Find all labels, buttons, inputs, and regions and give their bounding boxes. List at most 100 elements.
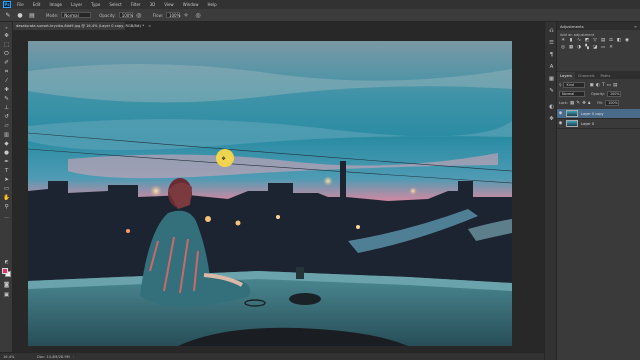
filter-adjustment-icon[interactable]: ◐ — [596, 83, 600, 88]
clone-stamp-tool-icon[interactable]: ⊥ — [2, 105, 11, 112]
color-lookup-icon[interactable]: ▦ — [568, 45, 574, 51]
curves-icon[interactable]: ∿ — [576, 38, 582, 44]
filter-kind-select[interactable]: Kind — [563, 82, 586, 88]
menu-window[interactable]: Window — [183, 2, 199, 7]
posterize-icon[interactable]: ▚ — [584, 45, 590, 51]
photo-filter-icon[interactable]: ◉ — [624, 38, 630, 44]
panel-menu-icon[interactable]: ≡ — [634, 24, 637, 29]
menu-layer[interactable]: Layer — [71, 2, 82, 7]
filter-pixel-icon[interactable]: ▣ — [589, 83, 593, 88]
lasso-tool-icon[interactable]: ⵔ — [2, 51, 11, 58]
document-image[interactable]: ✥ — [28, 41, 512, 346]
exposure-icon[interactable]: ◩ — [584, 38, 590, 44]
brush-size-icon[interactable]: ● — [16, 12, 24, 19]
lock-all-icon[interactable]: 🔒︎ — [588, 100, 590, 106]
mode-select[interactable]: Normal — [61, 12, 92, 18]
lock-position-icon[interactable]: ✥ — [582, 101, 586, 106]
swatches-panel-icon[interactable]: ▦ — [547, 76, 556, 84]
marquee-tool-icon[interactable]: ⬚ — [2, 42, 11, 49]
properties-panel-icon[interactable]: ☰ — [547, 40, 556, 48]
selective-color-icon[interactable]: ✕ — [608, 45, 614, 51]
adjustments-panel-icon[interactable]: ◐ — [547, 104, 556, 112]
layer-name[interactable]: Layer 0 copy — [581, 112, 604, 116]
hue-saturation-icon[interactable]: ▤ — [600, 38, 606, 44]
hand-tool-icon[interactable]: ✋ — [2, 195, 11, 202]
lock-transparent-icon[interactable]: ▦ — [570, 101, 574, 106]
threshold-icon[interactable]: ◪ — [592, 45, 598, 51]
move-tool-icon[interactable]: ✥ — [2, 33, 11, 40]
history-brush-tool-icon[interactable]: ↺ — [2, 114, 11, 121]
menu-help[interactable]: Help — [207, 2, 216, 7]
type-tool-icon[interactable]: T — [2, 168, 11, 175]
healing-brush-tool-icon[interactable]: ✚ — [2, 87, 11, 94]
brush-presets-panel-icon[interactable]: ✎ — [547, 88, 556, 96]
pressure-opacity-icon[interactable]: ◎ — [135, 12, 143, 19]
dodge-tool-icon[interactable]: ● — [2, 150, 11, 157]
tab-paths[interactable]: Paths — [598, 72, 614, 79]
screen-mode-icon[interactable]: ▣ — [2, 292, 11, 299]
status-menu-arrow[interactable]: › — [73, 355, 74, 359]
quick-mask-icon[interactable]: ◙ — [2, 282, 11, 289]
menu-image[interactable]: Image — [49, 2, 62, 7]
menu-select[interactable]: Select — [109, 2, 121, 7]
default-colors-icon[interactable]: ◩ — [2, 258, 11, 265]
menu-edit[interactable]: Edit — [33, 2, 41, 7]
color-balance-icon[interactable]: ⚖ — [608, 38, 614, 44]
filter-shape-icon[interactable]: ▭ — [607, 83, 611, 88]
path-selection-tool-icon[interactable]: ➤ — [2, 177, 11, 184]
brush-panel-icon[interactable]: ▤ — [28, 12, 36, 19]
history-panel-icon[interactable]: ⎌ — [547, 28, 556, 36]
vibrance-icon[interactable]: ▽ — [592, 38, 598, 44]
black-white-icon[interactable]: ◧ — [616, 38, 622, 44]
opacity-input[interactable]: 100% — [118, 12, 133, 18]
paragraph-panel-icon[interactable]: ¶ — [547, 52, 556, 60]
layer-row[interactable]: ◉ Layer 0 copy — [557, 109, 640, 119]
lock-image-icon[interactable]: ✎ — [576, 101, 580, 106]
visibility-eye-icon[interactable]: ◉ — [557, 111, 564, 116]
flow-input[interactable]: 100% — [165, 12, 180, 18]
zoom-tool-icon[interactable]: ⚲ — [2, 204, 11, 211]
tab-channels[interactable]: Channels — [575, 72, 598, 79]
layer-name[interactable]: Layer 0 — [581, 122, 594, 126]
shape-tool-icon[interactable]: ▭ — [2, 186, 11, 193]
airbrush-icon[interactable]: ✧ — [182, 12, 190, 19]
filter-smart-object-icon[interactable]: ▤ — [613, 83, 617, 88]
brush-tool-icon[interactable]: ✎ — [2, 96, 11, 103]
fill-input[interactable]: 100% — [605, 100, 620, 106]
channel-mixer-icon[interactable]: ◎ — [560, 45, 566, 51]
layer-opacity-input[interactable]: 100% — [606, 91, 621, 97]
tab-layers[interactable]: Layers — [557, 72, 575, 79]
adjustments-panel-header[interactable]: Adjustments ≡ — [557, 22, 640, 30]
menu-file[interactable]: File — [17, 2, 24, 7]
brightness-icon[interactable]: ☀ — [560, 38, 566, 44]
blend-mode-select[interactable]: Normal — [559, 91, 585, 97]
filter-type-icon[interactable]: T — [602, 83, 605, 88]
layer-comps-panel-icon[interactable]: ❖ — [547, 116, 556, 124]
visibility-eye-icon[interactable]: ◉ — [557, 121, 564, 126]
zoom-level[interactable]: 16.4% — [3, 355, 33, 359]
menu-view[interactable]: View — [164, 2, 174, 7]
eyedropper-tool-icon[interactable]: ⁄ — [2, 78, 11, 85]
pen-tool-icon[interactable]: ✒ — [2, 159, 11, 166]
gradient-tool-icon[interactable]: ▥ — [2, 132, 11, 139]
levels-icon[interactable]: ▮ — [568, 38, 574, 44]
blur-tool-icon[interactable]: ◆ — [2, 141, 11, 148]
menu-filter[interactable]: Filter — [131, 2, 141, 7]
menu-3d[interactable]: 3D — [150, 2, 156, 7]
more-tools-icon[interactable]: ⋯ — [2, 216, 11, 223]
close-tab-icon[interactable]: × — [148, 24, 151, 28]
gradient-map-icon[interactable]: ▭ — [600, 45, 606, 51]
foreground-color-swatch[interactable] — [2, 268, 8, 274]
pressure-size-icon[interactable]: ◎ — [194, 12, 202, 19]
crop-tool-icon[interactable]: ⌗ — [2, 69, 11, 76]
menu-type[interactable]: Type — [91, 2, 100, 7]
invert-icon[interactable]: ◑ — [576, 45, 582, 51]
collapse-toolbar-icon[interactable]: » — [2, 24, 11, 31]
eraser-tool-icon[interactable]: ▱ — [2, 123, 11, 130]
layer-row[interactable]: ◉ Layer 0 — [557, 119, 640, 129]
quick-select-tool-icon[interactable]: ✐ — [2, 60, 11, 67]
canvas-area[interactable]: ✥ — [13, 30, 530, 352]
character-panel-icon[interactable]: A — [547, 64, 556, 72]
document-tab[interactable]: desaturate-sunset-kryviko-6dd9.jpg @ 16.… — [13, 22, 151, 30]
brush-tool-preset-icon[interactable]: ✎ — [4, 12, 12, 19]
